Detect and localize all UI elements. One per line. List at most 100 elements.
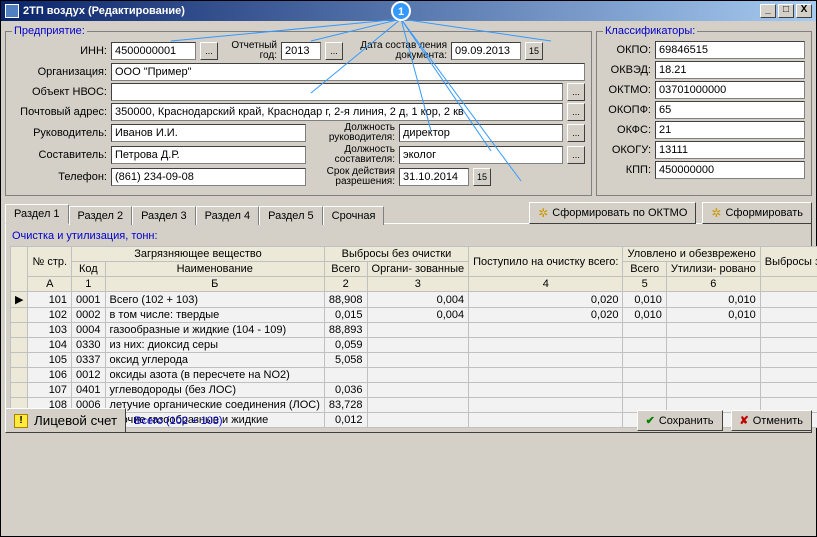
cell-c2[interactable]: 88,893 — [324, 323, 367, 338]
col-year: Выбросы за отчетный год — [760, 247, 817, 277]
cell-c7[interactable]: 5,058 — [760, 353, 817, 368]
cell-c3[interactable] — [367, 338, 469, 353]
cell-name: углеводороды (без ЛОС) — [105, 383, 324, 398]
cell-rownum: 101 — [28, 292, 72, 308]
cell-c7[interactable]: 0,025 — [760, 308, 817, 323]
cell-c4[interactable] — [469, 323, 623, 338]
addr-lookup-button[interactable]: ... — [567, 103, 585, 121]
cell-c6[interactable] — [666, 338, 760, 353]
cell-c4[interactable] — [469, 338, 623, 353]
okogu-input[interactable] — [655, 141, 805, 159]
generate-button[interactable]: ✲Сформировать — [702, 202, 812, 224]
doc-date-input[interactable] — [451, 42, 521, 60]
cell-c2[interactable]: 88,908 — [324, 292, 367, 308]
cell-c6[interactable]: 0,010 — [666, 292, 760, 308]
cell-c6[interactable] — [666, 353, 760, 368]
cell-rownum: 105 — [28, 353, 72, 368]
head-input[interactable] — [111, 124, 306, 142]
save-button[interactable]: ✔Сохранить — [637, 410, 723, 431]
generate-by-oktmo-button[interactable]: ✲Сформировать по ОКТМО — [529, 202, 696, 224]
col-code: Код — [72, 262, 105, 277]
permit-calendar-button[interactable]: 15 — [473, 168, 491, 186]
tab-section-5[interactable]: Раздел 5 — [259, 206, 323, 225]
cell-c7[interactable]: 88,918 — [760, 292, 817, 308]
cell-c2[interactable]: 0,015 — [324, 308, 367, 323]
table-row[interactable]: 1060012оксиды азота (в пересчете на NO2) — [11, 368, 817, 383]
okopf-input[interactable] — [655, 101, 805, 119]
cell-c6[interactable]: 0,010 — [666, 308, 760, 323]
year-input[interactable] — [281, 42, 321, 60]
inn-input[interactable] — [111, 42, 196, 60]
cell-c3[interactable] — [367, 368, 469, 383]
tab-section-1[interactable]: Раздел 1 — [5, 204, 69, 224]
cell-c4[interactable] — [469, 368, 623, 383]
cell-c4[interactable] — [469, 353, 623, 368]
col-3: 3 — [367, 277, 469, 292]
cell-c5[interactable] — [623, 383, 666, 398]
oktmo-input[interactable] — [655, 81, 805, 99]
cell-c3[interactable] — [367, 383, 469, 398]
cell-c5[interactable] — [623, 323, 666, 338]
permit-input[interactable] — [399, 168, 469, 186]
cell-c6[interactable] — [666, 323, 760, 338]
okved-input[interactable] — [655, 61, 805, 79]
cell-c3[interactable]: 0,004 — [367, 292, 469, 308]
cell-c5[interactable] — [623, 353, 666, 368]
doc-date-calendar-button[interactable]: 15 — [525, 42, 543, 60]
cell-c5[interactable] — [623, 338, 666, 353]
cell-c2[interactable]: 5,058 — [324, 353, 367, 368]
kpp-input[interactable] — [655, 161, 805, 179]
row-marker — [11, 323, 28, 338]
table-row[interactable]: ▶1010001Всего (102 + 103)88,9080,0040,02… — [11, 292, 817, 308]
table-row[interactable]: 1030004газообразные и жидкие (104 - 109)… — [11, 323, 817, 338]
cell-c6[interactable] — [666, 368, 760, 383]
author-input[interactable] — [111, 146, 306, 164]
cell-c7[interactable]: 0,036 — [760, 383, 817, 398]
table-row[interactable]: 1070401углеводороды (без ЛОС)0,0360,036 — [11, 383, 817, 398]
cell-c5[interactable] — [623, 368, 666, 383]
table-row[interactable]: 1020002в том числе: твердые0,0150,0040,0… — [11, 308, 817, 323]
tab-section-2[interactable]: Раздел 2 — [69, 206, 133, 225]
table-row[interactable]: 1040330из них: диоксид серы0,0590,059 — [11, 338, 817, 353]
org-input[interactable] — [111, 63, 585, 81]
tab-section-3[interactable]: Раздел 3 — [132, 206, 196, 225]
cell-c7[interactable] — [760, 368, 817, 383]
author-pos-lookup-button[interactable]: ... — [567, 146, 585, 164]
cell-c7[interactable]: 0,059 — [760, 338, 817, 353]
cell-c5[interactable]: 0,010 — [623, 308, 666, 323]
inn-lookup-button[interactable]: ... — [200, 42, 218, 60]
tab-urgent[interactable]: Срочная — [323, 206, 385, 225]
emissions-grid[interactable]: № стр. Загрязняющее вещество Выбросы без… — [10, 246, 817, 428]
okpo-input[interactable] — [655, 41, 805, 59]
cancel-button[interactable]: ✘Отменить — [731, 410, 812, 431]
head-pos-input[interactable] — [399, 124, 563, 142]
close-button[interactable]: X — [796, 4, 812, 18]
cell-c3[interactable]: 0,004 — [367, 308, 469, 323]
table-row[interactable]: 1050337оксид углерода5,0585,058 — [11, 353, 817, 368]
cell-c4[interactable]: 0,020 — [469, 292, 623, 308]
year-lookup-button[interactable]: ... — [325, 42, 343, 60]
minimize-button[interactable]: _ — [760, 4, 776, 18]
object-input[interactable] — [111, 83, 563, 101]
cell-c4[interactable] — [469, 383, 623, 398]
account-button[interactable]: ! Лицевой счет — [5, 408, 126, 433]
cell-c6[interactable] — [666, 383, 760, 398]
addr-input[interactable] — [111, 103, 563, 121]
phone-input[interactable] — [111, 168, 306, 186]
maximize-button[interactable]: □ — [778, 4, 794, 18]
head-pos-lookup-button[interactable]: ... — [567, 124, 585, 142]
cell-c2[interactable]: 0,059 — [324, 338, 367, 353]
col-pollutant: Загрязняющее вещество — [72, 247, 325, 262]
cell-c3[interactable] — [367, 353, 469, 368]
okfs-input[interactable] — [655, 121, 805, 139]
object-lookup-button[interactable]: ... — [567, 83, 585, 101]
cell-c2[interactable]: 0,036 — [324, 383, 367, 398]
author-pos-input[interactable] — [399, 146, 563, 164]
cell-c3[interactable] — [367, 323, 469, 338]
cell-c5[interactable]: 0,010 — [623, 292, 666, 308]
object-label: Объект НВОС: — [12, 86, 107, 98]
cell-c7[interactable]: 88,893 — [760, 323, 817, 338]
cell-c2[interactable] — [324, 368, 367, 383]
cell-c4[interactable]: 0,020 — [469, 308, 623, 323]
tab-section-4[interactable]: Раздел 4 — [196, 206, 260, 225]
